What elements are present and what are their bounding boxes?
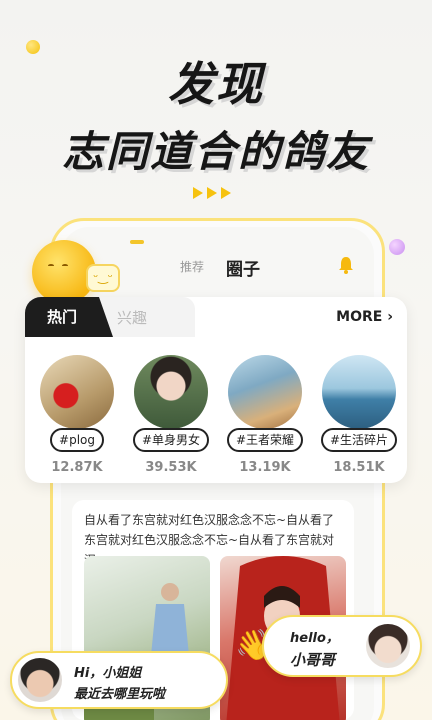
- topic-item[interactable]: #plog 12.87K: [37, 355, 117, 475]
- arrows-decor: [193, 187, 231, 199]
- tab-recommend[interactable]: 推荐: [180, 258, 204, 275]
- topic-item[interactable]: #生活碎片 18.51K: [319, 355, 399, 475]
- tab-hot[interactable]: 热门: [25, 297, 113, 337]
- topic-item[interactable]: #王者荣耀 13.19K: [225, 355, 305, 475]
- headline-title: 发现: [168, 57, 264, 111]
- chat-left-line2: 最近去哪里玩啦: [74, 687, 166, 702]
- hot-topics-card: 热门 兴趣 MORE › #plog 12.87K #单身男女 39.53K #…: [25, 297, 407, 483]
- topic-tag: #单身男女: [132, 428, 210, 452]
- topic-avatar: [134, 355, 208, 429]
- avatar: [18, 658, 62, 702]
- topic-count: 39.53K: [145, 460, 197, 475]
- tab-circle[interactable]: 圈子: [226, 255, 260, 280]
- chat-right-line2: 小哥哥: [290, 651, 336, 669]
- more-link[interactable]: MORE ›: [336, 309, 393, 325]
- topic-tag: #王者荣耀: [226, 428, 304, 452]
- chat-right-line1: hello，: [290, 631, 339, 646]
- topic-item[interactable]: #单身男女 39.53K: [131, 355, 211, 475]
- topic-tag: #plog: [50, 428, 104, 452]
- headline-subtitle: 志同道合的鸽友: [61, 127, 370, 176]
- avatar: [366, 624, 410, 668]
- chat-bubble-right: hello， 小哥哥: [262, 615, 422, 677]
- topic-avatar: [228, 355, 302, 429]
- phone-notch: [130, 240, 144, 244]
- mascot-bubble: ᵕ‿ᵕ: [86, 264, 120, 292]
- tab-interest[interactable]: 兴趣: [117, 307, 147, 328]
- more-label: MORE: [336, 309, 383, 325]
- chevron-right-icon: ›: [387, 309, 393, 325]
- topic-count: 18.51K: [333, 460, 385, 475]
- topic-count: 12.87K: [51, 460, 103, 475]
- bell-icon[interactable]: [338, 256, 354, 274]
- topic-avatar: [40, 355, 114, 429]
- decor-purple-ball: [389, 239, 405, 255]
- topic-tag: #生活碎片: [320, 428, 398, 452]
- chat-left-line1: Hi，小姐姐: [74, 666, 142, 681]
- chat-bubble-left: Hi，小姐姐 最近去哪里玩啦: [10, 651, 228, 709]
- topic-avatar: [322, 355, 396, 429]
- topic-count: 13.19K: [239, 460, 291, 475]
